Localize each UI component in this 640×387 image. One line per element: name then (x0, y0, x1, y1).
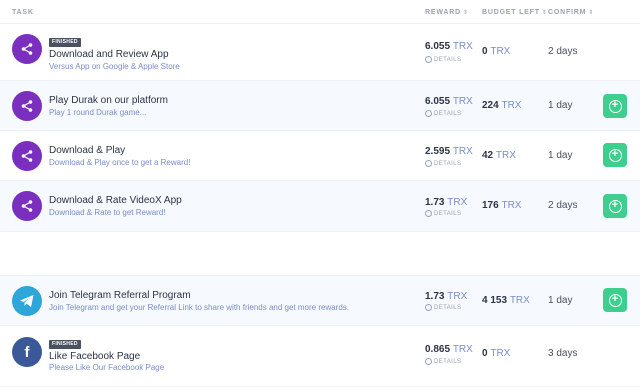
task-subtitle: Download & Rate to get Reward! (49, 208, 166, 217)
clock-icon: · (425, 160, 432, 167)
budget-left-value: 0 TRX (482, 46, 511, 57)
share-icon (12, 91, 42, 121)
clock-icon: · (425, 210, 432, 217)
header-confirm[interactable]: CONFIRM ⇕ (548, 9, 594, 16)
sort-arrows-icon[interactable]: ⇕ (463, 10, 469, 16)
add-task-button[interactable]: + (603, 143, 627, 167)
share-icon (12, 34, 42, 64)
facebook-icon: f (12, 337, 42, 367)
task-title[interactable]: Like Facebook Page (49, 351, 140, 362)
task-subtitle: Join Telegram and get your Referral Link… (49, 303, 350, 312)
task-subtitle: Please Like Our Facebook Page (49, 363, 165, 372)
task-title[interactable]: Play Durak on our platform (49, 95, 168, 106)
details-link[interactable]: · DETAILS (425, 160, 461, 167)
add-task-button[interactable]: + (603, 94, 627, 118)
plus-circle-icon: + (608, 199, 622, 213)
sort-arrows-icon[interactable]: ⇕ (542, 10, 548, 16)
task-title[interactable]: Download & Play (49, 145, 125, 156)
task-subtitle: Download & Play once to get a Reward! (49, 158, 191, 167)
details-link[interactable]: · DETAILS (425, 56, 461, 63)
header-task: TASK (12, 9, 34, 16)
details-link[interactable]: · DETAILS (425, 110, 461, 117)
task-subtitle: Play 1 round Durak game... (49, 108, 147, 117)
table-header: TASK REWARD ⇕ BUDGET LEFT ⇕ CONFIRM ⇕ (0, 0, 640, 24)
confirm-time: 1 day (548, 150, 573, 161)
budget-left-value: 4 153 TRX (482, 295, 530, 306)
confirm-time: 1 day (548, 295, 573, 306)
sort-arrows-icon[interactable]: ⇕ (588, 10, 594, 16)
plus-circle-icon: + (608, 148, 622, 162)
confirm-time: 2 days (548, 200, 578, 211)
clock-icon: · (425, 110, 432, 117)
add-task-button[interactable]: + (603, 194, 627, 218)
finished-badge: FINISHED (49, 38, 81, 47)
table-row[interactable]: Download & Play Download & Play once to … (0, 131, 640, 181)
share-icon (12, 191, 42, 221)
telegram-icon (12, 286, 42, 316)
table-row[interactable]: FINISHED Download and Review App Versus … (0, 24, 640, 81)
header-reward[interactable]: REWARD ⇕ (425, 9, 469, 16)
table-row[interactable]: Download & Rate VideoX App Download & Ra… (0, 181, 640, 232)
plus-circle-icon: + (608, 99, 622, 113)
header-budget-left[interactable]: BUDGET LEFT ⇕ (482, 9, 548, 16)
budget-left-value: 42 TRX (482, 150, 516, 161)
details-link[interactable]: · DETAILS (425, 358, 461, 365)
confirm-time: 2 days (548, 46, 578, 57)
plus-circle-icon: + (608, 293, 622, 307)
clock-icon: · (425, 358, 432, 365)
budget-left-value: 0 TRX (482, 348, 511, 359)
share-icon (12, 141, 42, 171)
confirm-time: 1 day (548, 100, 573, 111)
reward-value: 6.055 TRX (425, 41, 473, 52)
reward-value: 1.73 TRX (425, 197, 468, 208)
finished-badge: FINISHED (49, 340, 81, 349)
add-task-button[interactable]: + (603, 288, 627, 312)
reward-value: 6.055 TRX (425, 96, 473, 107)
confirm-time: 3 days (548, 348, 578, 359)
reward-value: 1.73 TRX (425, 291, 468, 302)
clock-icon: · (425, 56, 432, 63)
budget-left-value: 176 TRX (482, 200, 522, 211)
table-row[interactable]: Join Telegram Referral Program Join Tele… (0, 276, 640, 326)
task-title[interactable]: Join Telegram Referral Program (49, 290, 191, 301)
task-title[interactable]: Download & Rate VideoX App (49, 195, 182, 206)
table-row[interactable]: f FINISHED Like Facebook Page Please Lik… (0, 326, 640, 387)
task-title[interactable]: Download and Review App (49, 49, 169, 60)
budget-left-value: 224 TRX (482, 100, 522, 111)
task-subtitle: Versus App on Google & Apple Store (49, 62, 180, 71)
details-link[interactable]: · DETAILS (425, 304, 461, 311)
table-row[interactable]: Play Durak on our platform Play 1 round … (0, 81, 640, 131)
details-link[interactable]: · DETAILS (425, 210, 461, 217)
clock-icon: · (425, 304, 432, 311)
reward-value: 2.595 TRX (425, 146, 473, 157)
reward-value: 0.865 TRX (425, 344, 473, 355)
empty-row (0, 232, 640, 276)
